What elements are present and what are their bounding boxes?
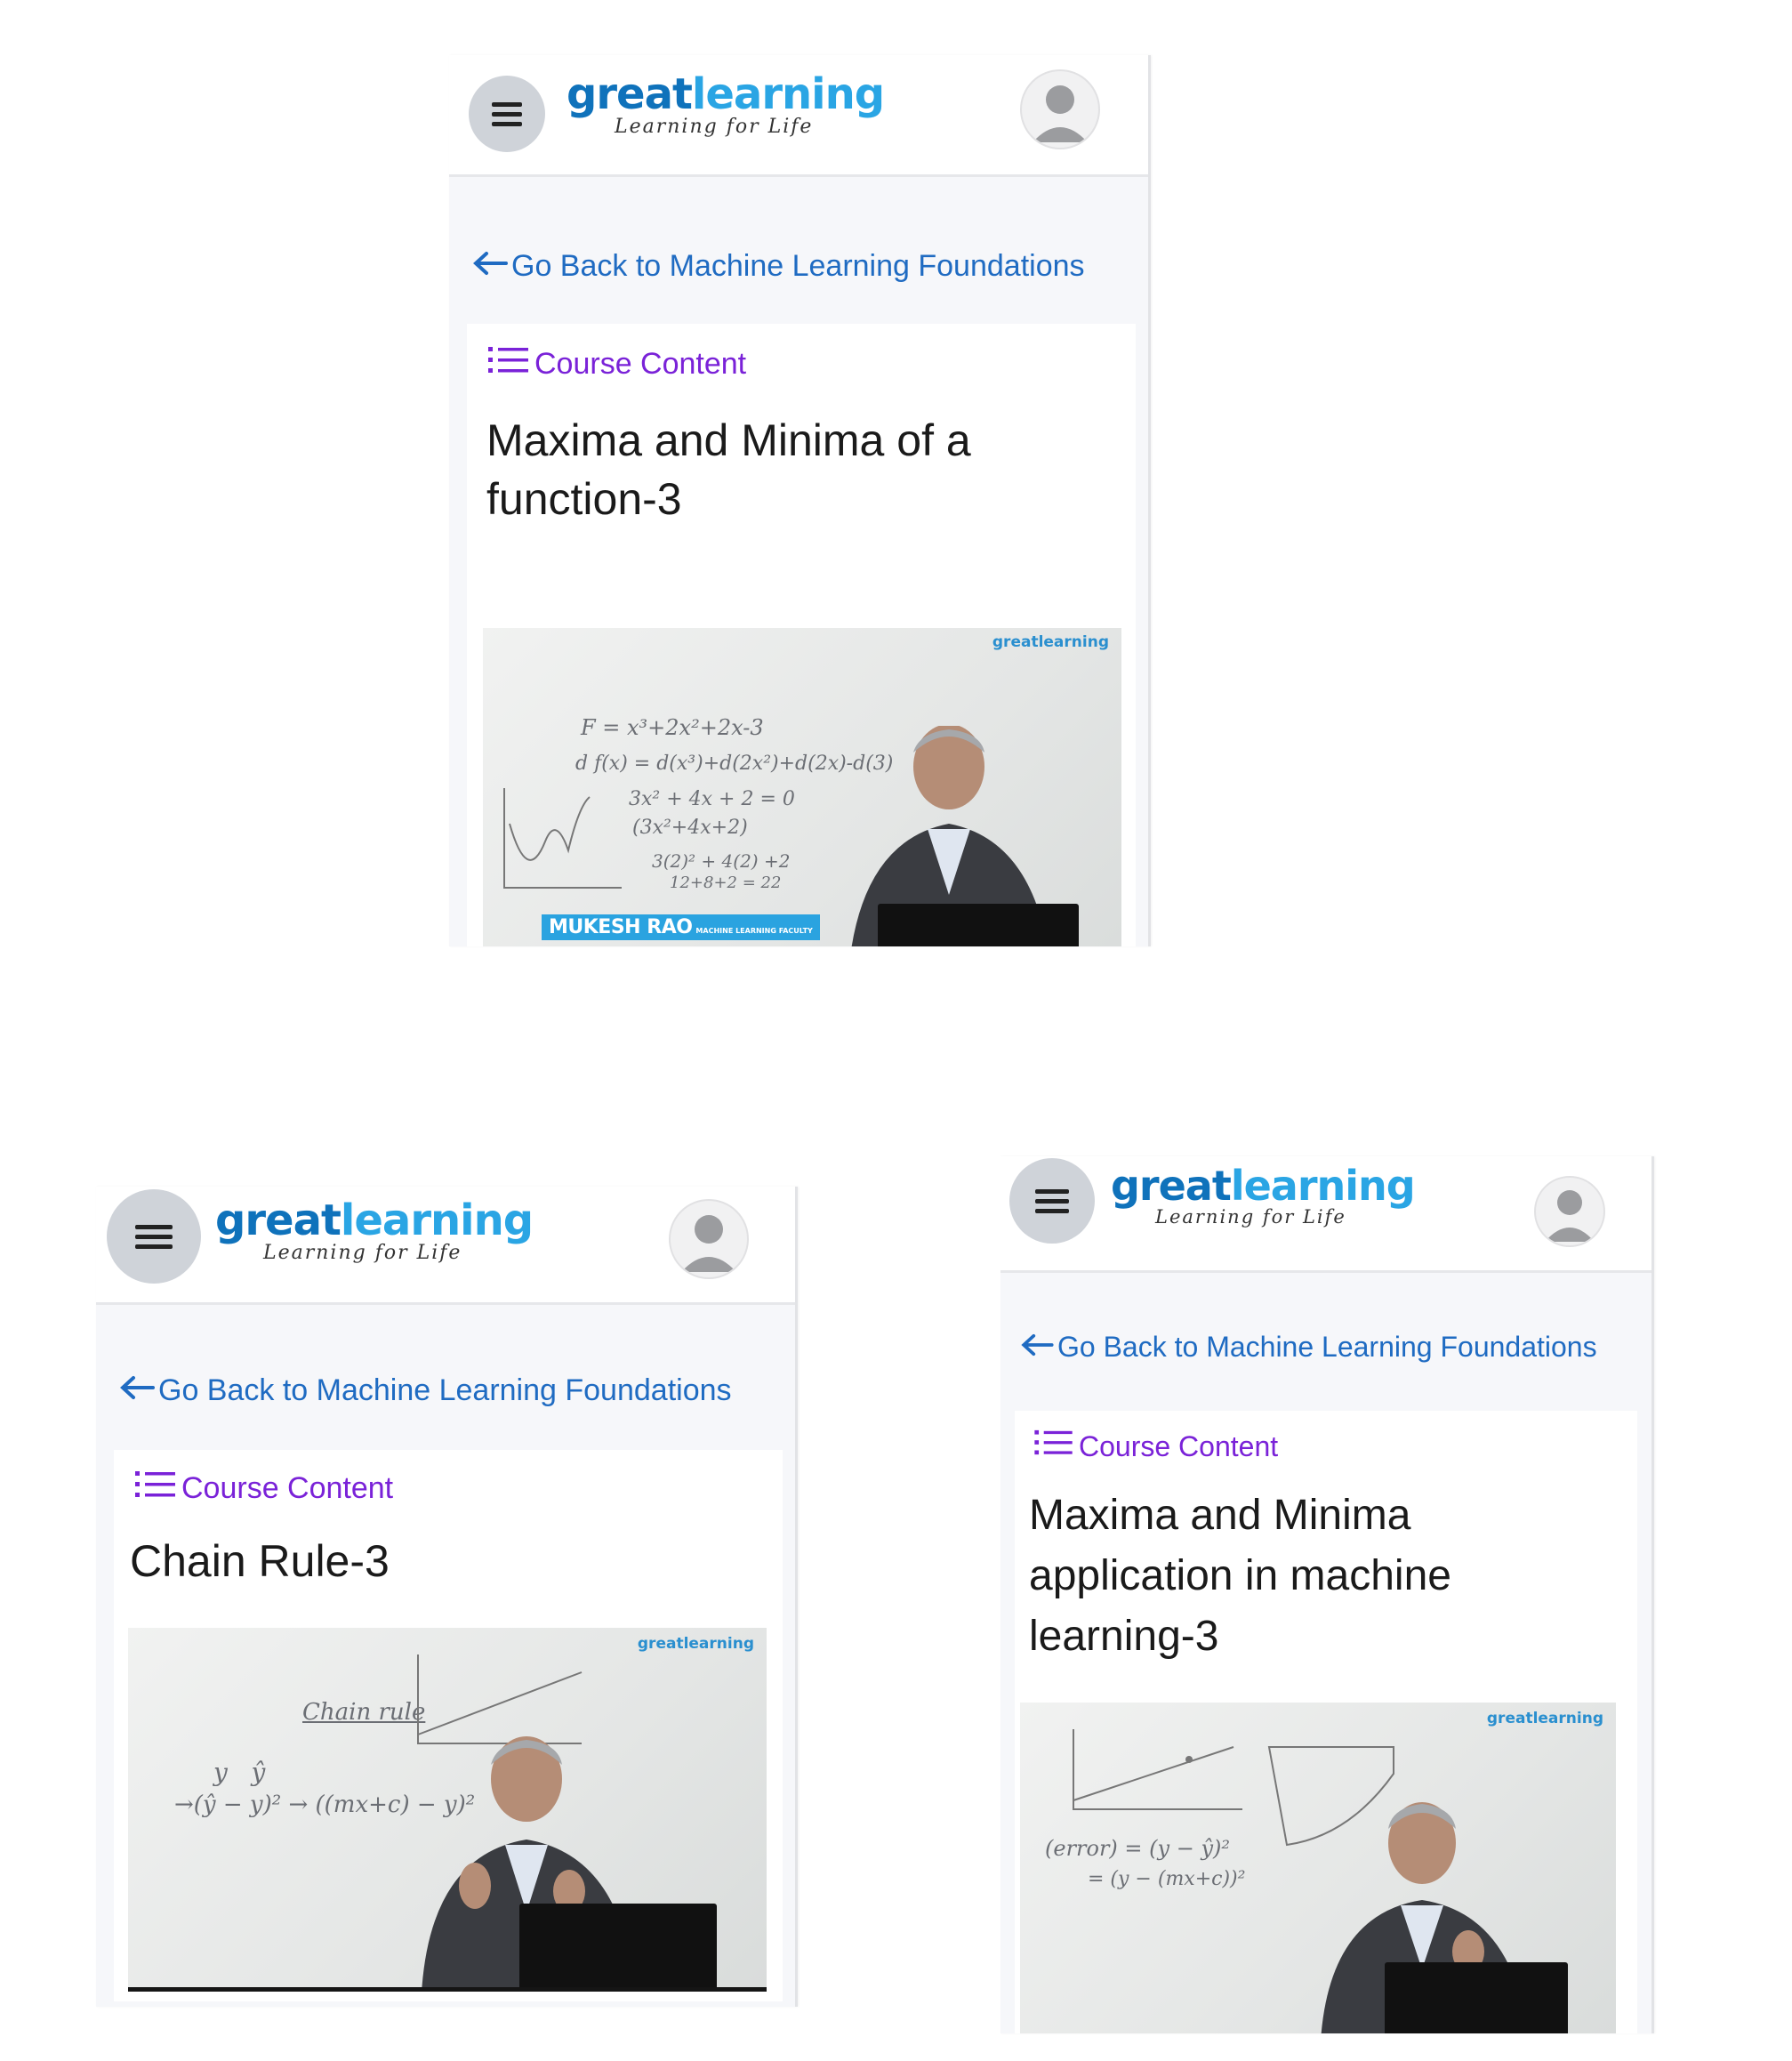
avatar-icon[interactable] bbox=[1020, 69, 1100, 149]
avatar-icon[interactable] bbox=[1534, 1176, 1605, 1247]
whiteboard-writing: 3(2)² + 4(2) +2 bbox=[652, 850, 791, 872]
video-watermark: greatlearning bbox=[1486, 1710, 1603, 1727]
whiteboard-writing: 3x² + 4x + 2 = 0 bbox=[629, 788, 795, 810]
app-header: greatlearning Learning for Life bbox=[96, 1187, 795, 1305]
course-content-button[interactable]: Course Content bbox=[1034, 1429, 1278, 1464]
lesson-title: Chain Rule-3 bbox=[130, 1536, 390, 1586]
phone-screen-3: greatlearning Learning for Life Go Back … bbox=[1000, 1156, 1654, 2033]
whiteboard-writing: = (y − (mx+c))² bbox=[1088, 1868, 1246, 1890]
hamburger-icon[interactable] bbox=[1009, 1158, 1095, 1244]
list-icon bbox=[488, 345, 529, 383]
back-link[interactable]: Go Back to Machine Learning Foundations bbox=[119, 1373, 732, 1408]
back-link-label: Go Back to Machine Learning Foundations bbox=[158, 1373, 732, 1407]
whiteboard-writing: (3x²+4x+2) bbox=[632, 817, 748, 839]
lesson-title: Maxima and Minima of a function-3 bbox=[486, 415, 971, 524]
whiteboard-writing: Chain rule bbox=[302, 1699, 426, 1726]
whiteboard-writing: (error) = (y − ŷ)² bbox=[1045, 1836, 1230, 1861]
arrow-left-icon bbox=[1020, 1331, 1054, 1364]
course-content-label: Course Content bbox=[1079, 1429, 1279, 1462]
course-content-button[interactable]: Course Content bbox=[135, 1469, 393, 1508]
video-player[interactable]: greatlearning F = x³+2x²+2x-3 d f(x) = d… bbox=[483, 628, 1121, 946]
lesson-card: Course Content Maxima and Minima applica… bbox=[1015, 1411, 1637, 2033]
app-header: greatlearning Learning for Life bbox=[449, 55, 1148, 177]
back-link[interactable]: Go Back to Machine Learning Foundations bbox=[472, 249, 1085, 284]
course-content-label: Course Content bbox=[181, 1471, 394, 1505]
instructor-nameplate: MUKESH RAO MACHINE LEARNING FACULTY bbox=[542, 914, 820, 940]
arrow-left-icon bbox=[472, 249, 508, 284]
hamburger-icon[interactable] bbox=[469, 76, 545, 152]
laptop bbox=[878, 904, 1079, 946]
brand-logo[interactable]: greatlearning Learning for Life bbox=[567, 73, 885, 137]
whiteboard-writing: 12+8+2 = 22 bbox=[670, 874, 782, 892]
laptop bbox=[519, 1904, 717, 1987]
course-content-button[interactable]: Course Content bbox=[488, 345, 746, 383]
course-content-label: Course Content bbox=[534, 347, 747, 381]
brand-logo[interactable]: greatlearning Learning for Life bbox=[1111, 1165, 1416, 1227]
whiteboard-writing: F = x³+2x²+2x-3 bbox=[581, 715, 764, 740]
phone-screen-2: greatlearning Learning for Life Go Back … bbox=[96, 1187, 798, 2007]
lesson-card: Course Content Chain Rule-3 greatlearnin… bbox=[114, 1450, 783, 2001]
whiteboard-graph bbox=[503, 788, 622, 889]
back-link-label: Go Back to Machine Learning Foundations bbox=[511, 249, 1085, 283]
arrow-left-icon bbox=[119, 1373, 155, 1408]
video-watermark: greatlearning bbox=[637, 1635, 754, 1653]
whiteboard-writing: y ŷ bbox=[213, 1758, 266, 1787]
brand-logo[interactable]: greatlearning Learning for Life bbox=[215, 1199, 534, 1263]
list-icon bbox=[135, 1469, 176, 1508]
lesson-title: Maxima and Minima application in machine… bbox=[1029, 1492, 1451, 1661]
back-link-label: Go Back to Machine Learning Foundations bbox=[1057, 1331, 1597, 1363]
phone-screen-1: greatlearning Learning for Life Go Back … bbox=[449, 55, 1151, 946]
list-icon bbox=[1034, 1429, 1073, 1464]
app-header: greatlearning Learning for Life bbox=[1000, 1156, 1651, 1273]
laptop bbox=[1385, 1962, 1568, 2033]
whiteboard-graph bbox=[1073, 1729, 1242, 1810]
video-watermark: greatlearning bbox=[992, 633, 1109, 651]
avatar-icon[interactable] bbox=[669, 1199, 749, 1279]
video-player[interactable]: greatlearning (error) = (y − ŷ)² = (y − … bbox=[1020, 1703, 1616, 2033]
back-link[interactable]: Go Back to Machine Learning Foundations bbox=[1020, 1331, 1597, 1364]
hamburger-icon[interactable] bbox=[107, 1189, 201, 1284]
video-player[interactable]: greatlearning Chain rule y ŷ →(ŷ − y)² →… bbox=[128, 1628, 767, 1992]
lesson-card: Course Content Maxima and Minima of a fu… bbox=[467, 324, 1136, 946]
